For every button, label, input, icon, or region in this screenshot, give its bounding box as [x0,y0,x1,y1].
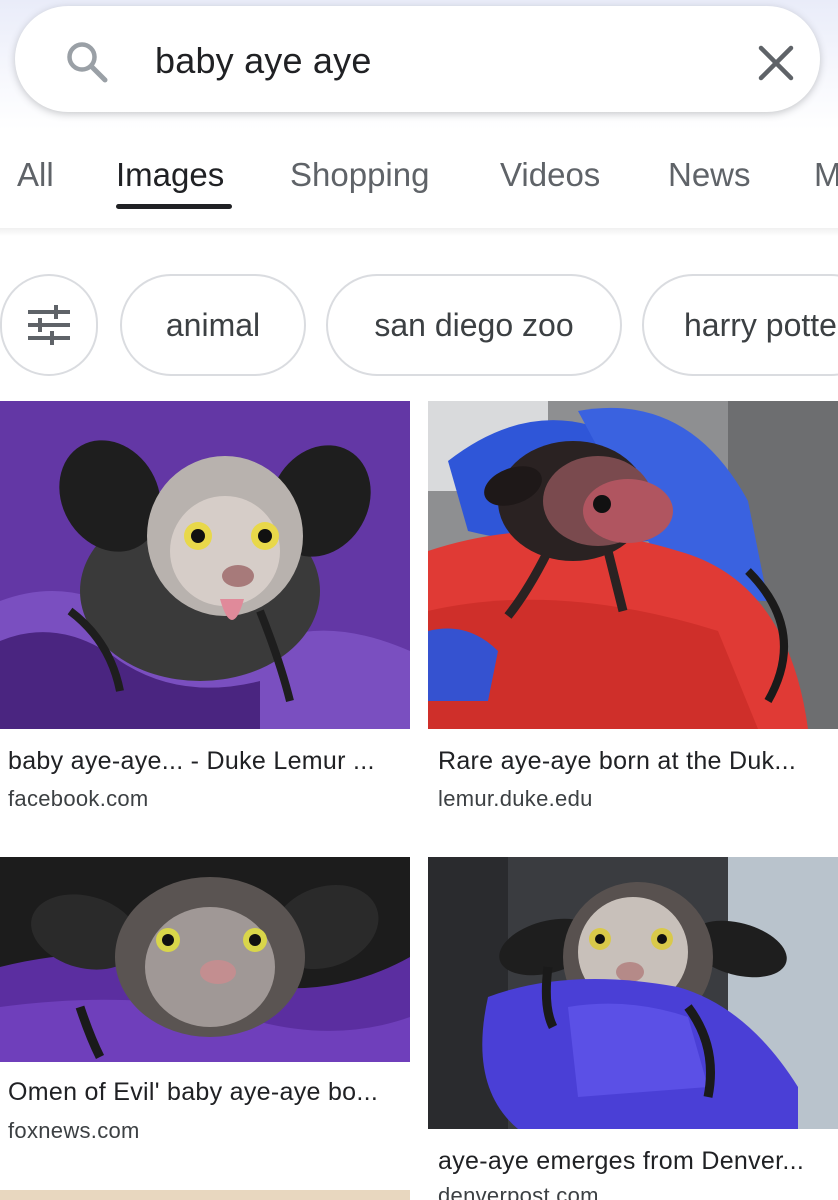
image-result[interactable]: Rare aye-aye born at the Duk... lemur.du… [428,401,838,821]
image-result[interactable]: Omen of Evil' baby aye-aye bo... foxnews… [0,857,410,1157]
search-tabs: All Images Shopping Videos News M [0,140,838,230]
search-input[interactable]: baby aye aye [155,40,372,82]
image-search-page: baby aye aye All Images Shopping Videos … [0,0,838,1200]
tabs-divider [0,228,838,236]
aye-aye-photo [428,401,838,729]
result-source: lemur.duke.edu [438,786,593,811]
chip-animal[interactable]: animal [120,274,306,376]
aye-aye-photo [0,857,410,1062]
search-icon[interactable] [63,38,111,86]
result-thumbnail[interactable] [0,401,410,729]
aye-aye-photo [428,857,838,1129]
tab-shopping[interactable]: Shopping [290,156,429,194]
tune-icon [28,305,70,345]
tab-images[interactable]: Images [116,156,224,194]
search-bar[interactable]: baby aye aye [15,6,820,112]
image-result[interactable]: baby aye-aye... - Duke Lemur ... faceboo… [0,401,410,821]
image-result[interactable]: aye-aye emerges from Denver... denverpos… [428,857,838,1200]
tab-news[interactable]: News [668,156,751,194]
result-source: foxnews.com [8,1118,140,1143]
result-thumbnail[interactable] [428,401,838,729]
result-title[interactable]: Omen of Evil' baby aye-aye bo... [8,1078,378,1107]
next-result-thumbnail-partial [0,1190,410,1200]
search-header: baby aye aye [0,0,838,130]
result-thumbnail[interactable] [428,857,838,1129]
active-tab-indicator [116,204,232,209]
result-source: facebook.com [8,786,149,811]
result-title[interactable]: Rare aye-aye born at the Duk... [438,747,796,776]
result-title[interactable]: aye-aye emerges from Denver... [438,1147,804,1176]
refinement-chips: animal san diego zoo harry potte [0,270,838,380]
aye-aye-photo [0,401,410,729]
chip-san-diego-zoo[interactable]: san diego zoo [326,274,622,376]
result-thumbnail[interactable] [0,857,410,1062]
tab-more[interactable]: M [814,156,838,194]
tab-all[interactable]: All [17,156,54,194]
result-source: denverpost.com [438,1183,599,1200]
filter-chip[interactable] [0,274,98,376]
tab-videos[interactable]: Videos [500,156,600,194]
close-icon[interactable] [753,40,799,86]
chip-harry-potter[interactable]: harry potte [642,274,838,376]
result-title[interactable]: baby aye-aye... - Duke Lemur ... [8,747,375,776]
